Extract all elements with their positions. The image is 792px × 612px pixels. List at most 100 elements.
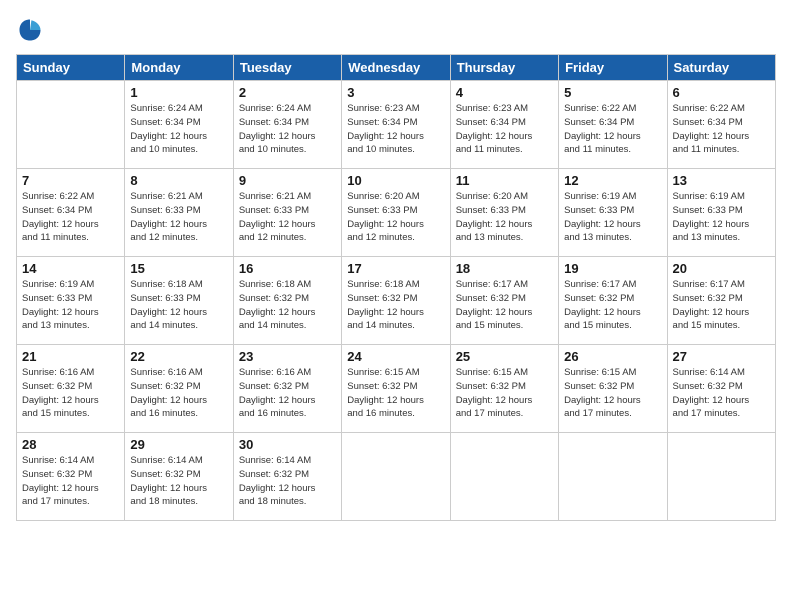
day-info: Sunrise: 6:24 AMSunset: 6:34 PMDaylight:…: [130, 102, 227, 157]
day-number: 15: [130, 261, 227, 276]
calendar-week-row: 1 Sunrise: 6:24 AMSunset: 6:34 PMDaylight…: [17, 81, 776, 169]
logo-icon: [16, 16, 44, 44]
day-number: 10: [347, 173, 444, 188]
day-number: 6: [673, 85, 770, 100]
day-info: Sunrise: 6:17 AMSunset: 6:32 PMDaylight:…: [564, 278, 661, 333]
day-info: Sunrise: 6:22 AMSunset: 6:34 PMDaylight:…: [564, 102, 661, 157]
day-info: Sunrise: 6:17 AMSunset: 6:32 PMDaylight:…: [673, 278, 770, 333]
day-number: 13: [673, 173, 770, 188]
calendar-cell: 9Sunrise: 6:21 AMSunset: 6:33 PMDaylight…: [233, 169, 341, 257]
calendar-cell: 26 Sunrise: 6:15 AMSunset: 6:32 PMDayligh…: [559, 345, 667, 433]
day-info: Sunrise: 6:14 AMSunset: 6:32 PMDaylight:…: [22, 454, 119, 509]
day-info: Sunrise: 6:17 AMSunset: 6:32 PMDaylight:…: [456, 278, 553, 333]
day-info: Sunrise: 6:19 AMSunset: 6:33 PMDaylight:…: [564, 190, 661, 245]
calendar-week-row: 14 Sunrise: 6:19 AMSunset: 6:33 PMDayligh…: [17, 257, 776, 345]
day-info: Sunrise: 6:18 AMSunset: 6:33 PMDaylight:…: [130, 278, 227, 333]
weekday-header: Thursday: [450, 55, 558, 81]
calendar-cell: [450, 433, 558, 521]
day-number: 19: [564, 261, 661, 276]
calendar-cell: 20 Sunrise: 6:17 AMSunset: 6:32 PMDayligh…: [667, 257, 775, 345]
day-number: 11: [456, 173, 553, 188]
calendar-cell: 22 Sunrise: 6:16 AMSunset: 6:32 PMDayligh…: [125, 345, 233, 433]
day-info: Sunrise: 6:15 AMSunset: 6:32 PMDaylight:…: [564, 366, 661, 421]
calendar: SundayMondayTuesdayWednesdayThursdayFrid…: [16, 54, 776, 521]
calendar-week-row: 21 Sunrise: 6:16 AMSunset: 6:32 PMDayligh…: [17, 345, 776, 433]
day-number: 16: [239, 261, 336, 276]
calendar-cell: 6 Sunrise: 6:22 AMSunset: 6:34 PMDaylight…: [667, 81, 775, 169]
day-info: Sunrise: 6:23 AMSunset: 6:34 PMDaylight:…: [347, 102, 444, 157]
weekday-header: Sunday: [17, 55, 125, 81]
calendar-week-row: 28 Sunrise: 6:14 AMSunset: 6:32 PMDayligh…: [17, 433, 776, 521]
calendar-cell: 29 Sunrise: 6:14 AMSunset: 6:32 PMDayligh…: [125, 433, 233, 521]
day-info: Sunrise: 6:18 AMSunset: 6:32 PMDaylight:…: [239, 278, 336, 333]
day-info: Sunrise: 6:19 AMSunset: 6:33 PMDaylight:…: [673, 190, 770, 245]
day-info: Sunrise: 6:19 AMSunset: 6:33 PMDaylight:…: [22, 278, 119, 333]
day-number: 18: [456, 261, 553, 276]
day-number: 8: [130, 173, 227, 188]
day-number: 25: [456, 349, 553, 364]
day-info: Sunrise: 6:22 AMSunset: 6:34 PMDaylight:…: [673, 102, 770, 157]
calendar-cell: 30 Sunrise: 6:14 AMSunset: 6:32 PMDayligh…: [233, 433, 341, 521]
calendar-cell: 18 Sunrise: 6:17 AMSunset: 6:32 PMDayligh…: [450, 257, 558, 345]
day-number: 26: [564, 349, 661, 364]
calendar-cell: 3 Sunrise: 6:23 AMSunset: 6:34 PMDaylight…: [342, 81, 450, 169]
day-info: Sunrise: 6:15 AMSunset: 6:32 PMDaylight:…: [456, 366, 553, 421]
calendar-cell: 5 Sunrise: 6:22 AMSunset: 6:34 PMDaylight…: [559, 81, 667, 169]
page: SundayMondayTuesdayWednesdayThursdayFrid…: [0, 0, 792, 612]
calendar-cell: 2 Sunrise: 6:24 AMSunset: 6:34 PMDaylight…: [233, 81, 341, 169]
calendar-cell: 28 Sunrise: 6:14 AMSunset: 6:32 PMDayligh…: [17, 433, 125, 521]
day-number: 20: [673, 261, 770, 276]
day-number: 30: [239, 437, 336, 452]
day-number: 17: [347, 261, 444, 276]
weekday-header: Monday: [125, 55, 233, 81]
calendar-cell: 4 Sunrise: 6:23 AMSunset: 6:34 PMDaylight…: [450, 81, 558, 169]
calendar-cell: 1 Sunrise: 6:24 AMSunset: 6:34 PMDaylight…: [125, 81, 233, 169]
weekday-header: Friday: [559, 55, 667, 81]
calendar-cell: 15 Sunrise: 6:18 AMSunset: 6:33 PMDayligh…: [125, 257, 233, 345]
day-info: Sunrise: 6:14 AMSunset: 6:32 PMDaylight:…: [239, 454, 336, 509]
day-number: 24: [347, 349, 444, 364]
day-number: 4: [456, 85, 553, 100]
day-number: 12: [564, 173, 661, 188]
day-info: Sunrise: 6:20 AMSunset: 6:33 PMDaylight:…: [347, 190, 444, 245]
day-info: Sunrise: 6:16 AMSunset: 6:32 PMDaylight:…: [239, 366, 336, 421]
day-number: 5: [564, 85, 661, 100]
day-info: Sunrise: 6:18 AMSunset: 6:32 PMDaylight:…: [347, 278, 444, 333]
day-info: Sunrise: 6:14 AMSunset: 6:32 PMDaylight:…: [673, 366, 770, 421]
calendar-header-row: SundayMondayTuesdayWednesdayThursdayFrid…: [17, 55, 776, 81]
calendar-cell: [667, 433, 775, 521]
day-number: 7: [22, 173, 119, 188]
day-number: 29: [130, 437, 227, 452]
day-info: Sunrise: 6:24 AMSunset: 6:34 PMDaylight:…: [239, 102, 336, 157]
day-number: 2: [239, 85, 336, 100]
weekday-header: Wednesday: [342, 55, 450, 81]
calendar-cell: 10 Sunrise: 6:20 AMSunset: 6:33 PMDayligh…: [342, 169, 450, 257]
calendar-cell: 24 Sunrise: 6:15 AMSunset: 6:32 PMDayligh…: [342, 345, 450, 433]
day-info: Sunrise: 6:23 AMSunset: 6:34 PMDaylight:…: [456, 102, 553, 157]
day-number: 28: [22, 437, 119, 452]
day-number: 1: [130, 85, 227, 100]
day-info: Sunrise: 6:21 AMSunset: 6:33 PMDaylight:…: [130, 190, 227, 245]
day-info: Sunrise: 6:16 AMSunset: 6:32 PMDaylight:…: [130, 366, 227, 421]
day-number: 22: [130, 349, 227, 364]
calendar-cell: 27Sunrise: 6:14 AMSunset: 6:32 PMDayligh…: [667, 345, 775, 433]
calendar-cell: 8 Sunrise: 6:21 AMSunset: 6:33 PMDaylight…: [125, 169, 233, 257]
calendar-cell: 16 Sunrise: 6:18 AMSunset: 6:32 PMDayligh…: [233, 257, 341, 345]
day-number: 21: [22, 349, 119, 364]
calendar-week-row: 7 Sunrise: 6:22 AMSunset: 6:34 PMDaylight…: [17, 169, 776, 257]
calendar-cell: 21 Sunrise: 6:16 AMSunset: 6:32 PMDayligh…: [17, 345, 125, 433]
day-info: Sunrise: 6:14 AMSunset: 6:32 PMDaylight:…: [130, 454, 227, 509]
day-info: Sunrise: 6:16 AMSunset: 6:32 PMDaylight:…: [22, 366, 119, 421]
weekday-header: Tuesday: [233, 55, 341, 81]
calendar-cell: [17, 81, 125, 169]
calendar-cell: 23Sunrise: 6:16 AMSunset: 6:32 PMDayligh…: [233, 345, 341, 433]
day-info: Sunrise: 6:22 AMSunset: 6:34 PMDaylight:…: [22, 190, 119, 245]
calendar-cell: 12 Sunrise: 6:19 AMSunset: 6:33 PMDayligh…: [559, 169, 667, 257]
calendar-cell: 14 Sunrise: 6:19 AMSunset: 6:33 PMDayligh…: [17, 257, 125, 345]
logo: [16, 16, 46, 44]
day-number: 14: [22, 261, 119, 276]
day-info: Sunrise: 6:21 AMSunset: 6:33 PMDaylight:…: [239, 190, 336, 245]
day-number: 3: [347, 85, 444, 100]
day-info: Sunrise: 6:15 AMSunset: 6:32 PMDaylight:…: [347, 366, 444, 421]
calendar-cell: 25 Sunrise: 6:15 AMSunset: 6:32 PMDayligh…: [450, 345, 558, 433]
